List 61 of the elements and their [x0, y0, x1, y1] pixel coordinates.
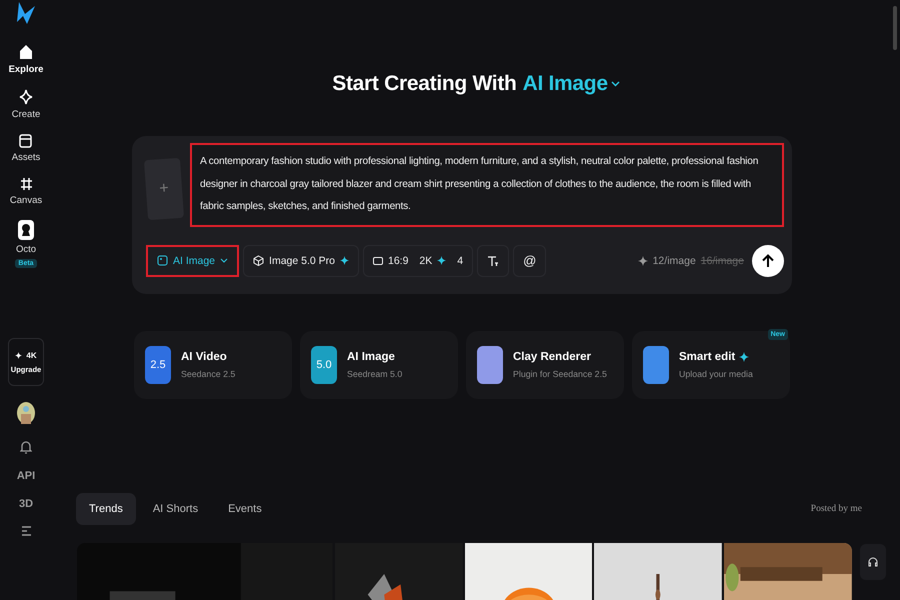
sparkle-icon	[340, 256, 349, 265]
tab[interactable]: Events	[215, 493, 275, 526]
mode-selector[interactable]: AI Image	[146, 244, 240, 276]
avatar[interactable]	[17, 402, 35, 424]
sparkle-icon	[15, 352, 22, 358]
chevron-down-icon	[610, 81, 620, 87]
feature-subtitle: Seedance 2.5	[181, 369, 236, 380]
home-icon	[18, 44, 33, 60]
menu-icon[interactable]	[20, 526, 32, 536]
sparkle-icon	[739, 352, 750, 362]
logo[interactable]	[17, 2, 35, 24]
chevron-down-icon	[220, 258, 228, 263]
mode-dropdown[interactable]: AI Image	[522, 72, 620, 96]
cube-icon	[253, 255, 264, 266]
price-label: 12/image	[652, 254, 696, 266]
sparkle-icon	[18, 89, 33, 105]
posted-by-filter[interactable]: Posted by me	[810, 504, 862, 514]
feature-subtitle: Plugin for Seedance 2.5	[513, 369, 607, 380]
text-style-button[interactable]	[477, 244, 510, 276]
nav-item[interactable]: Explore	[8, 44, 44, 75]
bell-icon[interactable]	[20, 440, 32, 454]
arrow-up-icon	[762, 254, 774, 268]
feature-card[interactable]: Clay Renderer Plugin for Seedance 2.5	[466, 331, 624, 400]
tab[interactable]: AI Shorts	[140, 493, 212, 526]
feature-card[interactable]: 5.0 AI Image Seedream 5.0	[300, 331, 458, 400]
prompt-field[interactable]: A contemporary fashion studio with professional lighting, modern furniture, and a stylish, neutral color palette, professional fashion designer in charcoal gray tailored blazer and cream shirt presenting a collection of clothes to the audience, the room is filled with fabric samples, sketches, and finished garments.	[190, 143, 784, 226]
folder-icon	[19, 134, 32, 148]
nav-label: Canvas	[10, 195, 42, 206]
mention-button[interactable]: @	[513, 244, 546, 276]
model-selector[interactable]: Image 5.0 Pro	[243, 244, 359, 276]
text-icon	[487, 254, 500, 266]
nav-label: Octo	[16, 244, 36, 255]
sparkle-icon	[437, 256, 446, 265]
nav-label: Explore	[8, 64, 44, 75]
app-thumbnail: 2.5	[145, 346, 171, 384]
settings-selector[interactable]: 16:9 2K 4	[362, 244, 474, 276]
feature-title: Clay Renderer	[513, 351, 591, 364]
app-thumbnail: 5.0	[311, 346, 337, 384]
nav-label: Create	[12, 109, 40, 120]
feature-card[interactable]: 2.5 AI Video Seedance 2.5	[134, 331, 292, 400]
feature-title: AI Image	[347, 351, 395, 364]
sidebar-link[interactable]: API	[16, 470, 36, 482]
old-price: 16/image	[700, 254, 744, 266]
sparkle-icon	[638, 256, 648, 266]
nav-label: Assets	[12, 152, 40, 163]
feature-title: Smart edit	[679, 351, 736, 364]
nav-item[interactable]: Assets	[12, 134, 40, 163]
feature-subtitle: Seedream 5.0	[347, 369, 402, 380]
feature-title: AI Video	[181, 351, 227, 364]
nav-item[interactable]: Canvas	[10, 177, 42, 206]
nav-item[interactable]: Create	[12, 89, 40, 120]
scrollbar[interactable]	[893, 6, 897, 50]
send-button[interactable]	[752, 244, 784, 276]
feature-subtitle: Upload your media	[679, 369, 753, 380]
headset-icon[interactable]	[860, 544, 886, 580]
sidebar-link[interactable]: 3D	[18, 498, 34, 510]
canvas-icon	[20, 177, 32, 191]
aspect-ratio-icon	[372, 256, 383, 264]
image-icon	[157, 255, 168, 266]
page-title: Start Creating With	[332, 72, 517, 96]
tab[interactable]: Trends	[76, 493, 136, 526]
